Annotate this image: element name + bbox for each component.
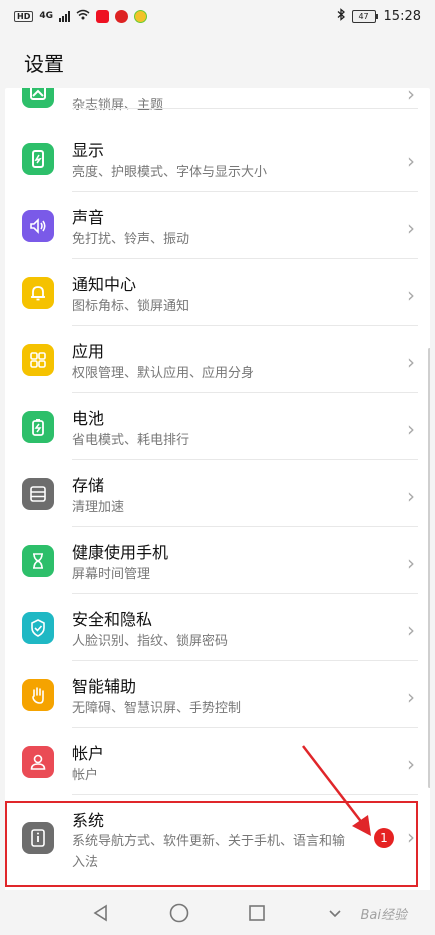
settings-item-sound[interactable]: 声音 免打扰、铃声、振动 › bbox=[5, 192, 430, 259]
settings-item-accessibility[interactable]: 智能辅助 无障碍、智慧识屏、手势控制 › bbox=[5, 661, 430, 728]
back-icon bbox=[93, 904, 107, 921]
hourglass-icon bbox=[22, 545, 54, 577]
settings-item-subtitle: 帐户 bbox=[72, 768, 99, 783]
settings-item-title: 帐户 bbox=[72, 744, 105, 763]
settings-item-subtitle: 省电模式、耗电排行 bbox=[72, 433, 190, 448]
settings-item-subtitle: 杂志锁屏、主题 bbox=[72, 98, 164, 113]
settings-item-subtitle: 亮度、护眼模式、字体与显示大小 bbox=[72, 165, 268, 180]
settings-item-display[interactable]: 显示 亮度、护眼模式、字体与显示大小 › bbox=[5, 125, 430, 192]
apps-icon bbox=[22, 344, 54, 376]
settings-item-subtitle: 免打扰、铃声、振动 bbox=[72, 232, 190, 247]
shield-icon bbox=[22, 612, 54, 644]
status-icons-left: HD 4G bbox=[14, 9, 147, 23]
settings-item-title: 通知中心 bbox=[72, 275, 137, 294]
display-icon bbox=[22, 143, 54, 175]
chevron-right-icon: › bbox=[407, 88, 415, 106]
storage-icon bbox=[22, 478, 54, 510]
page-title: 设置 bbox=[24, 52, 64, 76]
settings-item-title: 智能辅助 bbox=[72, 677, 137, 696]
settings-item-subtitle: 人脸识别、指纹、锁屏密码 bbox=[72, 634, 229, 649]
user-icon bbox=[22, 746, 54, 778]
bluetooth-icon bbox=[337, 7, 346, 25]
settings-item-title: 应用 bbox=[72, 342, 105, 361]
back-button[interactable] bbox=[86, 898, 116, 928]
chevron-right-icon: › bbox=[407, 551, 415, 575]
app-notification-icon-2 bbox=[115, 9, 128, 23]
hd-indicator: HD bbox=[14, 10, 34, 22]
home-icon bbox=[169, 903, 188, 922]
status-icons-right: 47 15:28 bbox=[337, 7, 421, 25]
settings-item-subtitle: 屏幕时间管理 bbox=[72, 567, 151, 582]
status-bar: HD 4G 47 15:28 bbox=[0, 0, 435, 32]
hand-icon bbox=[22, 679, 54, 711]
settings-list: 杂志锁屏、主题 › 显示 亮度、护眼模式、字体与显示大小 › 声音 免打扰、铃声… bbox=[5, 88, 430, 900]
settings-item-title: 健康使用手机 bbox=[72, 543, 169, 562]
settings-item-notifications[interactable]: 通知中心 图标角标、锁屏通知 › bbox=[5, 259, 430, 326]
app-notification-icon bbox=[96, 9, 109, 23]
home-button[interactable] bbox=[164, 898, 194, 928]
signal-icon bbox=[59, 10, 70, 22]
settings-item-title: 声音 bbox=[72, 208, 105, 227]
wifi-icon bbox=[76, 9, 90, 23]
settings-item-subtitle: 图标角标、锁屏通知 bbox=[72, 299, 190, 314]
battery-icon bbox=[22, 411, 54, 443]
chevron-right-icon: › bbox=[407, 484, 415, 508]
wallpaper-icon bbox=[22, 88, 54, 108]
chevron-right-icon: › bbox=[407, 685, 415, 709]
settings-item-subtitle: 清理加速 bbox=[72, 500, 125, 515]
chevron-right-icon: › bbox=[407, 283, 415, 307]
battery-indicator: 47 bbox=[351, 9, 378, 23]
recents-button[interactable] bbox=[242, 898, 272, 928]
settings-item-battery[interactable]: 电池 省电模式、耗电排行 › bbox=[5, 393, 430, 460]
clock: 15:28 bbox=[383, 8, 421, 24]
settings-item-accounts[interactable]: 帐户 帐户 › bbox=[5, 728, 430, 795]
chevron-right-icon: › bbox=[407, 149, 415, 173]
chevron-right-icon: › bbox=[407, 618, 415, 642]
watermark: Bai经验 bbox=[360, 908, 408, 923]
settings-item-digital-balance[interactable]: 健康使用手机 屏幕时间管理 › bbox=[5, 527, 430, 594]
chevron-right-icon: › bbox=[407, 350, 415, 374]
chevron-right-icon: › bbox=[407, 216, 415, 240]
scrollbar[interactable] bbox=[428, 348, 430, 788]
settings-item-subtitle: 无障碍、智慧识屏、手势控制 bbox=[72, 701, 242, 716]
recents-icon bbox=[248, 904, 265, 921]
settings-item-apps[interactable]: 应用 权限管理、默认应用、应用分身 › bbox=[5, 326, 430, 393]
settings-item-security[interactable]: 安全和隐私 人脸识别、指纹、锁屏密码 › bbox=[5, 594, 430, 661]
highlight-box bbox=[5, 801, 418, 887]
chevron-right-icon: › bbox=[407, 752, 415, 776]
network-type: 4G bbox=[39, 11, 53, 21]
settings-item-title: 电池 bbox=[72, 409, 105, 428]
settings-item-title: 存储 bbox=[72, 476, 105, 495]
app-notification-icon-3 bbox=[134, 9, 147, 23]
settings-item-storage[interactable]: 存储 清理加速 › bbox=[5, 460, 430, 527]
settings-item-title: 安全和隐私 bbox=[72, 610, 153, 629]
settings-item-subtitle: 权限管理、默认应用、应用分身 bbox=[72, 366, 255, 381]
collapse-nav-button[interactable] bbox=[320, 898, 350, 928]
chevron-down-icon bbox=[328, 909, 341, 917]
settings-item-title: 显示 bbox=[72, 141, 105, 160]
battery-level: 47 bbox=[351, 9, 376, 23]
bell-icon bbox=[22, 277, 54, 309]
chevron-right-icon: › bbox=[407, 417, 415, 441]
sound-icon bbox=[22, 210, 54, 242]
